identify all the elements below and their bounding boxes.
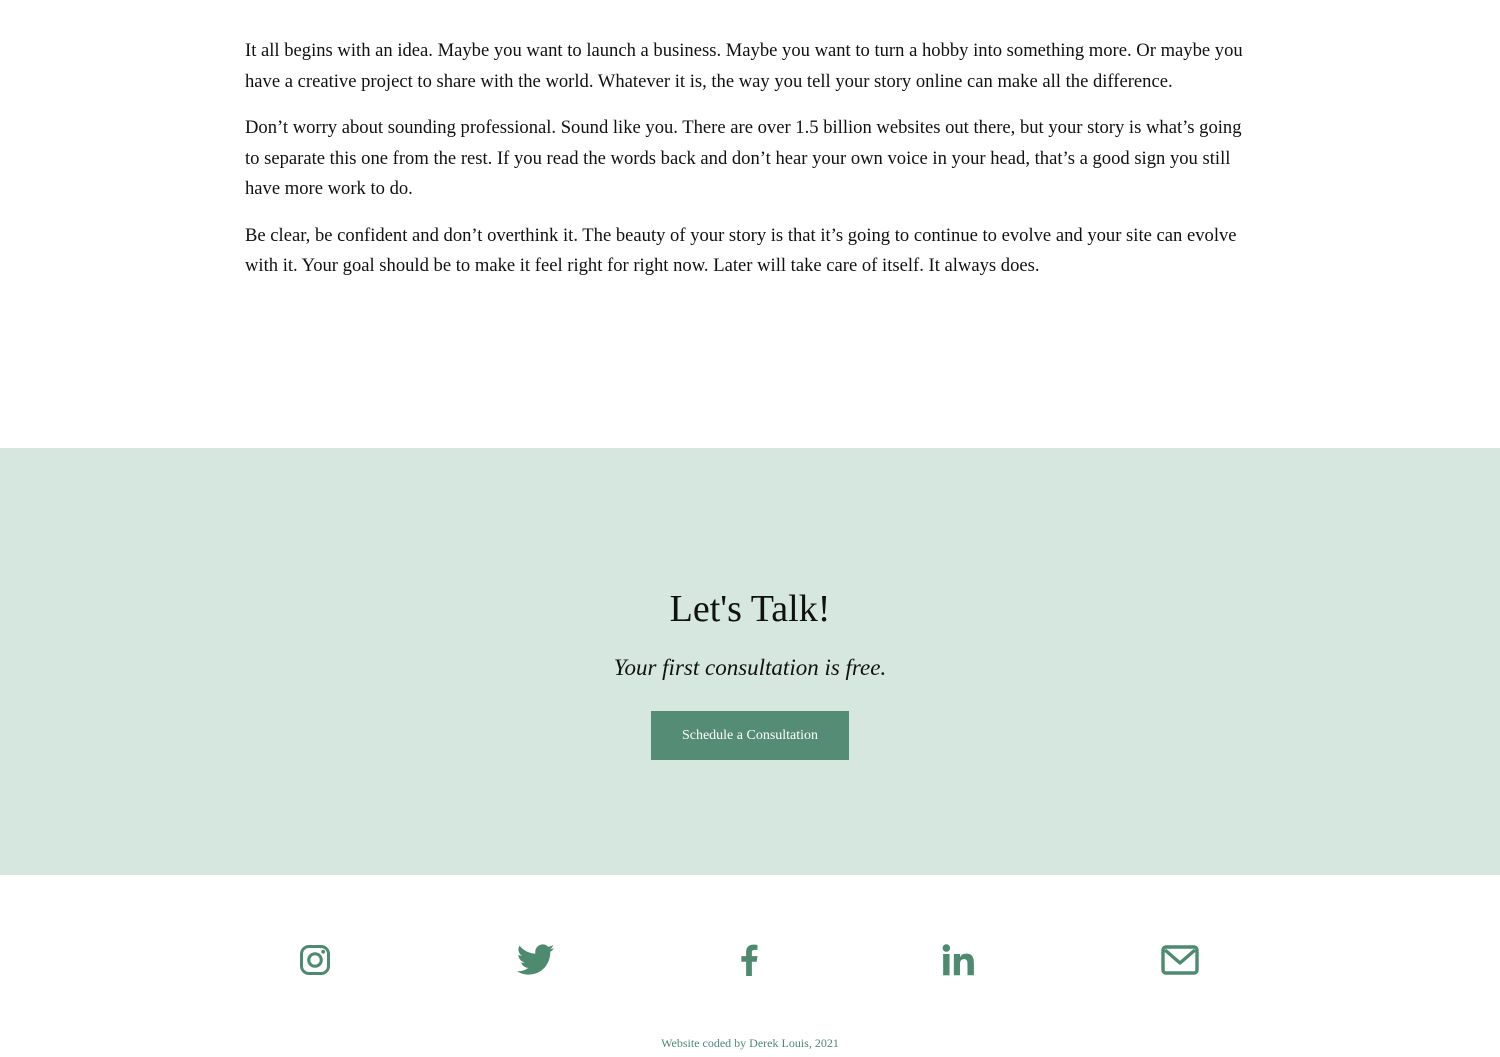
- instagram-link[interactable]: [294, 940, 336, 980]
- facebook-link[interactable]: [728, 940, 770, 980]
- twitter-icon: [517, 944, 555, 975]
- cta-title: Let's Talk!: [669, 588, 831, 630]
- schedule-consultation-button[interactable]: Schedule a Consultation: [651, 711, 849, 760]
- story-paragraph-1: It all begins with an idea. Maybe you wa…: [245, 40, 1243, 92]
- twitter-link[interactable]: [515, 940, 557, 980]
- linkedin-icon: [942, 944, 974, 976]
- story-content: It all begins with an idea. Maybe you wa…: [245, 36, 1257, 298]
- email-icon: [1161, 945, 1199, 975]
- story-paragraph-2: Don’t worry about sounding professional.…: [245, 117, 1242, 199]
- cta-subtitle: Your first consultation is free.: [613, 655, 887, 680]
- linkedin-link[interactable]: [938, 940, 980, 980]
- email-link[interactable]: [1159, 940, 1201, 980]
- story-paragraph-3: Be clear, be confident and don’t overthi…: [245, 224, 1237, 277]
- footer-credit: Website coded by Derek Louis, 2021: [661, 1036, 839, 1050]
- instagram-icon: [300, 945, 330, 975]
- facebook-icon: [741, 944, 758, 976]
